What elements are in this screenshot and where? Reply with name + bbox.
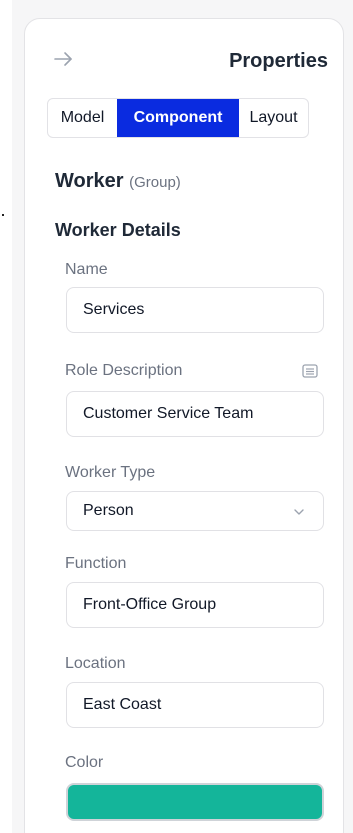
function-field[interactable]: Front-Office Group [66, 582, 324, 628]
property-tabs: Model Component Layout [47, 98, 309, 138]
color-label: Color [65, 754, 104, 771]
left-content-strip [0, 0, 12, 833]
worker-type-select[interactable]: Person [66, 491, 324, 531]
panel-title: Properties [229, 50, 328, 72]
section-title: Worker Details [55, 220, 181, 240]
component-kind: (Group) [129, 174, 181, 191]
location-field[interactable]: East Coast [66, 682, 324, 728]
name-label: Name [65, 261, 108, 278]
location-label: Location [65, 655, 126, 672]
role-description-label: Role Description [65, 362, 183, 379]
tab-component[interactable]: Component [117, 99, 239, 137]
color-swatch[interactable] [66, 783, 324, 821]
properties-panel: Properties Model Component Layout Worker… [24, 18, 344, 833]
content-fragment [2, 214, 4, 216]
chevron-down-icon [293, 505, 305, 517]
tab-layout[interactable]: Layout [239, 99, 308, 137]
notes-icon[interactable] [302, 364, 318, 378]
component-name: Worker [55, 170, 124, 192]
worker-type-value: Person [83, 502, 134, 519]
name-field[interactable]: Services [66, 287, 324, 333]
role-description-field[interactable]: Customer Service Team [66, 391, 324, 437]
app-canvas: Properties Model Component Layout Worker… [0, 0, 353, 833]
arrow-right-icon[interactable] [52, 49, 74, 69]
component-heading: Worker (Group) [55, 170, 181, 193]
worker-type-label: Worker Type [65, 464, 156, 481]
function-label: Function [65, 555, 127, 572]
tab-model[interactable]: Model [48, 99, 117, 137]
panel-header: Properties [25, 19, 343, 89]
